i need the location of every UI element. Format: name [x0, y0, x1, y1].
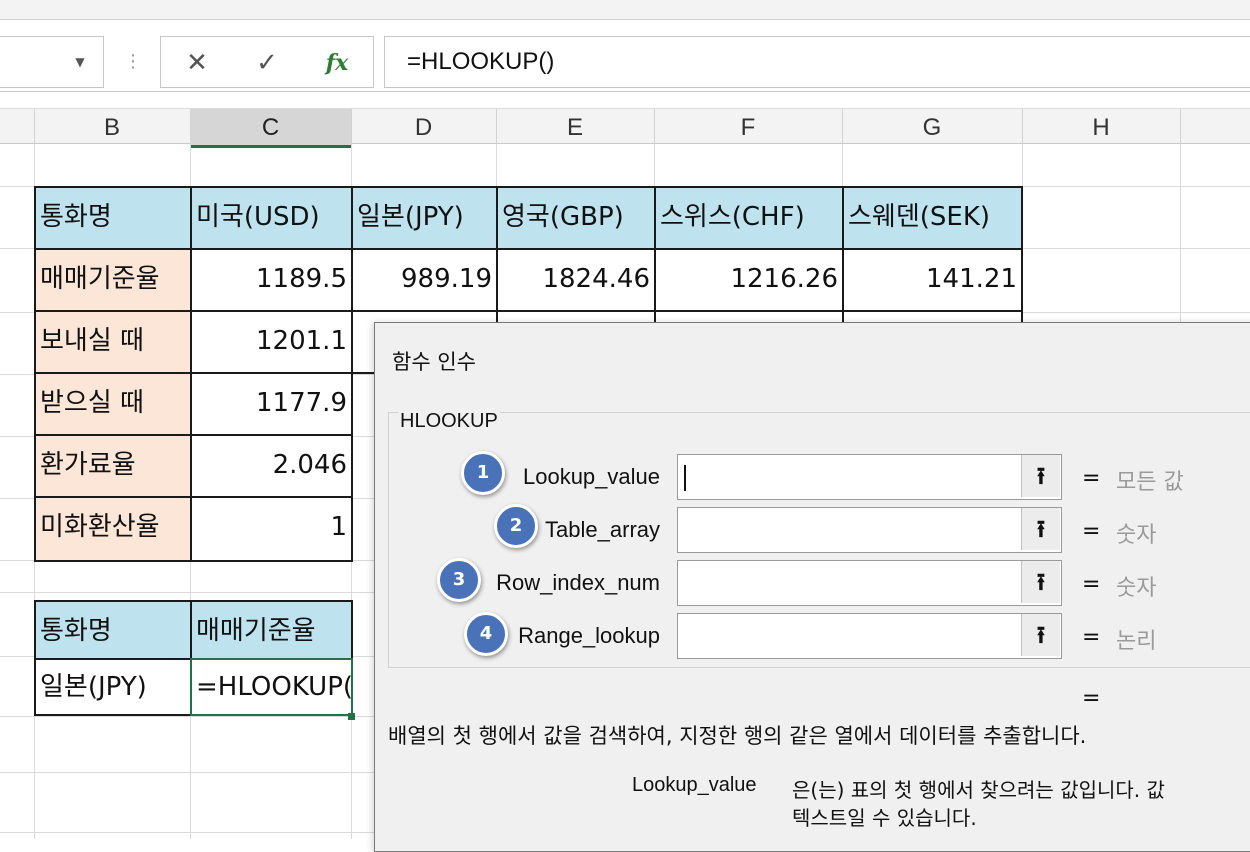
table1-value-cell[interactable]: 141.21 — [842, 248, 1023, 312]
table1-header-cell[interactable]: 통화명 — [34, 186, 192, 250]
formula-result-equals: = — [1082, 686, 1101, 711]
table2-header-cell[interactable]: 통화명 — [34, 600, 192, 662]
table1-row-label[interactable]: 받으실 때 — [34, 372, 192, 436]
table1-row-label[interactable]: 환가료율 — [34, 434, 192, 498]
column-header-f[interactable]: F — [654, 109, 843, 145]
callout-badge-4: 4 — [464, 612, 508, 656]
table-array-input[interactable]: ⭱ — [677, 507, 1062, 553]
column-header-row: B C D E F G H — [0, 108, 1250, 148]
table1-row-label[interactable]: 미화환산율 — [34, 496, 192, 562]
table1-value-cell[interactable]: 989.19 — [351, 248, 498, 312]
table1-value-cell[interactable]: 1177.9 — [190, 372, 353, 436]
table1-header-cell[interactable]: 미국(USD) — [190, 186, 353, 250]
enter-icon[interactable]: ✓ — [249, 45, 285, 81]
name-box-dropdown-icon[interactable]: ▼ — [70, 52, 90, 72]
column-header-a[interactable] — [0, 109, 35, 145]
formula-bar-buttons: ✕ ✓ fx — [160, 36, 374, 88]
arg-label-range-lookup: Range_lookup — [518, 623, 660, 648]
column-header-h[interactable]: H — [1022, 109, 1181, 145]
table1-value-cell[interactable]: 1189.5 — [190, 248, 353, 312]
arg-label-table-array: Table_array — [545, 517, 660, 542]
table2-header-cell[interactable]: 매매기준율 — [190, 600, 353, 662]
formula-input[interactable]: =HLOOKUP() — [384, 36, 1250, 88]
arg-equals: = — [1082, 625, 1101, 650]
collapse-dialog-icon[interactable]: ⭱ — [1021, 455, 1060, 497]
formula-bar-resize-handle[interactable]: ⋮ — [124, 48, 142, 76]
range-lookup-input[interactable]: ⭱ — [677, 613, 1062, 659]
arg-type-hint: 모든 값 — [1116, 470, 1184, 495]
argument-help-text: 은(는) 표의 첫 행에서 찾으려는 값입니다. 값 — [792, 778, 1165, 802]
table1-header-cell[interactable]: 영국(GBP) — [496, 186, 656, 250]
argument-help-text-continued: 텍스트일 수 있습니다. — [792, 806, 977, 830]
column-header-e[interactable]: E — [496, 109, 655, 145]
callout-badge-2: 2 — [494, 504, 538, 548]
function-name-label: HLOOKUP — [398, 410, 500, 433]
table1-value-cell[interactable]: 1 — [190, 496, 353, 562]
arg-type-hint: 숫자 — [1116, 523, 1157, 548]
column-header-g[interactable]: G — [842, 109, 1023, 145]
callout-badge-1: 1 — [461, 451, 505, 495]
table1-header-cell[interactable]: 일본(JPY) — [351, 186, 498, 250]
table1-header-cell[interactable]: 스위스(CHF) — [654, 186, 844, 250]
text-caret — [684, 465, 686, 491]
column-header-d[interactable]: D — [351, 109, 497, 145]
column-header-b[interactable]: B — [34, 109, 191, 145]
table1-value-cell[interactable]: 1201.1 — [190, 310, 353, 374]
arg-label-lookup-value: Lookup_value — [522, 464, 660, 489]
arg-type-hint: 논리 — [1116, 629, 1157, 654]
arg-equals: = — [1082, 466, 1101, 491]
row-index-num-input[interactable]: ⭱ — [677, 560, 1062, 606]
arg-equals: = — [1082, 519, 1101, 544]
collapse-dialog-icon[interactable]: ⭱ — [1021, 561, 1060, 603]
fill-handle[interactable] — [348, 713, 355, 720]
collapse-dialog-icon[interactable]: ⭱ — [1021, 614, 1060, 656]
cancel-icon[interactable]: ✕ — [179, 45, 215, 81]
arg-label-row-index-num: Row_index_num — [496, 570, 660, 595]
table1-row-label[interactable]: 보내실 때 — [34, 310, 192, 374]
ribbon-strip — [0, 0, 1250, 20]
callout-badge-3: 3 — [437, 558, 481, 602]
table2-row-label[interactable]: 일본(JPY) — [34, 658, 192, 716]
table1-value-cell[interactable]: 1824.46 — [496, 248, 656, 312]
dialog-title: 함수 인수 — [392, 350, 476, 374]
active-cell[interactable]: =HLOOKUP() — [190, 658, 353, 716]
column-header-c[interactable]: C — [190, 109, 352, 148]
table1-row-label[interactable]: 매매기준율 — [34, 248, 192, 312]
function-description: 배열의 첫 행에서 값을 검색하여, 지정한 행의 같은 열에서 데이터를 추출… — [388, 724, 1087, 748]
collapse-dialog-icon[interactable]: ⭱ — [1021, 508, 1060, 550]
arg-equals: = — [1082, 572, 1101, 597]
argument-help-name: Lookup_value — [632, 774, 757, 796]
lookup-value-input[interactable]: ⭱ — [677, 454, 1062, 500]
table1-value-cell[interactable]: 1216.26 — [654, 248, 844, 312]
table1-value-cell[interactable]: 2.046 — [190, 434, 353, 498]
insert-function-icon[interactable]: fx — [319, 45, 355, 81]
arg-type-hint: 숫자 — [1116, 576, 1157, 601]
table1-header-cell[interactable]: 스웨덴(SEK) — [842, 186, 1023, 250]
